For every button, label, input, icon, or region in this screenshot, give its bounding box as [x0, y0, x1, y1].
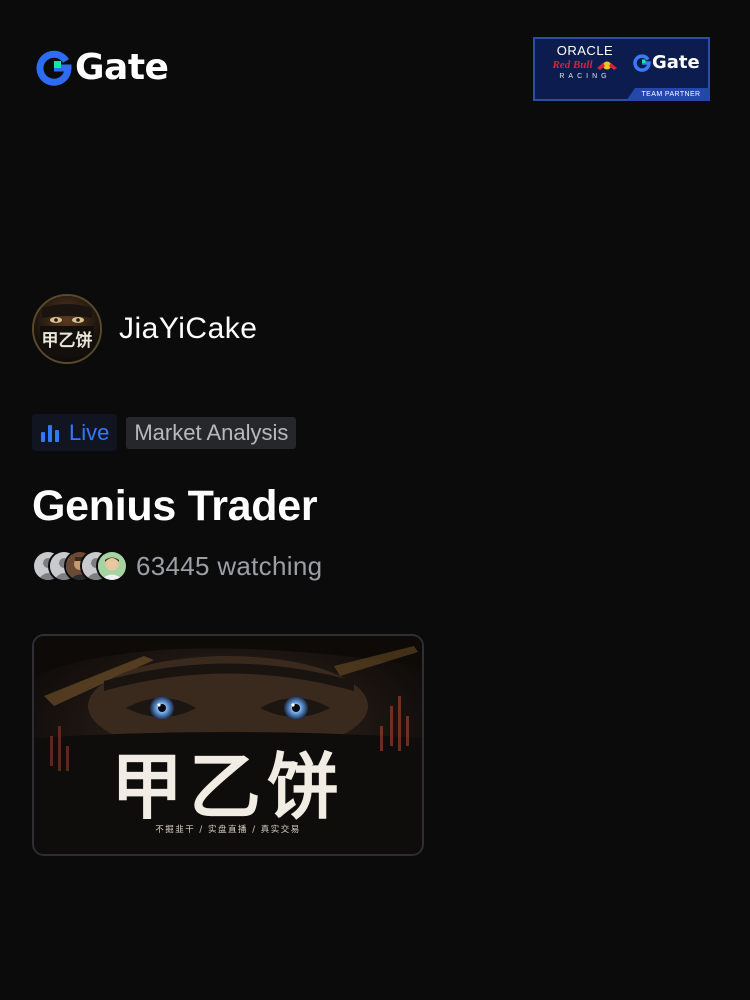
partner-badge: ORACLE Red Bull RACING Gate TEAM PARTNER: [533, 37, 710, 101]
partner-gate-text: Gate: [652, 52, 700, 73]
oracle-wordmark: ORACLE: [556, 43, 614, 58]
host-name[interactable]: JiaYiCake: [119, 312, 257, 346]
host-avatar-image: 甲乙饼: [34, 296, 100, 362]
partner-gate-logo: Gate: [633, 52, 700, 74]
host-info[interactable]: 甲乙饼 JiaYiCake: [32, 294, 257, 364]
gate-logo[interactable]: Gate: [36, 47, 169, 88]
gate-small-icon: [633, 54, 651, 72]
thumbnail-image: 甲乙饼 不掘韭干 / 实盘直播 / 真实交易: [34, 636, 422, 854]
stream-title: Genius Trader: [32, 482, 318, 530]
racing-wordmark: RACING: [559, 73, 611, 80]
live-bars-icon: [41, 424, 59, 442]
thumbnail-subtitle: 不掘韭干 / 实盘直播 / 真实交易: [155, 824, 301, 835]
stream-tags: Live Market Analysis: [32, 414, 297, 451]
avatar-calligraphy: 甲乙饼: [42, 330, 93, 351]
host-avatar[interactable]: 甲乙饼: [32, 294, 102, 364]
viewer-info: 63445 watching: [32, 550, 322, 582]
team-partner-label: TEAM PARTNER: [626, 88, 710, 101]
live-label: Live: [69, 419, 110, 445]
category-label: Market Analysis: [134, 419, 289, 445]
viewer-avatar: [96, 550, 128, 582]
viewer-avatars: [32, 550, 128, 582]
category-tag[interactable]: Market Analysis: [126, 416, 297, 449]
gate-logo-icon: [36, 50, 72, 86]
bull-icon: [596, 61, 617, 70]
redbull-racing-logo: ORACLE Red Bull RACING: [543, 44, 627, 82]
viewer-count: 63445 watching: [136, 550, 323, 581]
brand-name: Gate: [75, 47, 169, 88]
thumbnail-calligraphy: 甲乙饼: [111, 745, 345, 829]
stream-thumbnail[interactable]: 甲乙饼 不掘韭干 / 实盘直播 / 真实交易: [32, 634, 424, 856]
live-badge: Live: [32, 414, 118, 451]
redbull-wordmark: Red Bull: [552, 59, 593, 71]
